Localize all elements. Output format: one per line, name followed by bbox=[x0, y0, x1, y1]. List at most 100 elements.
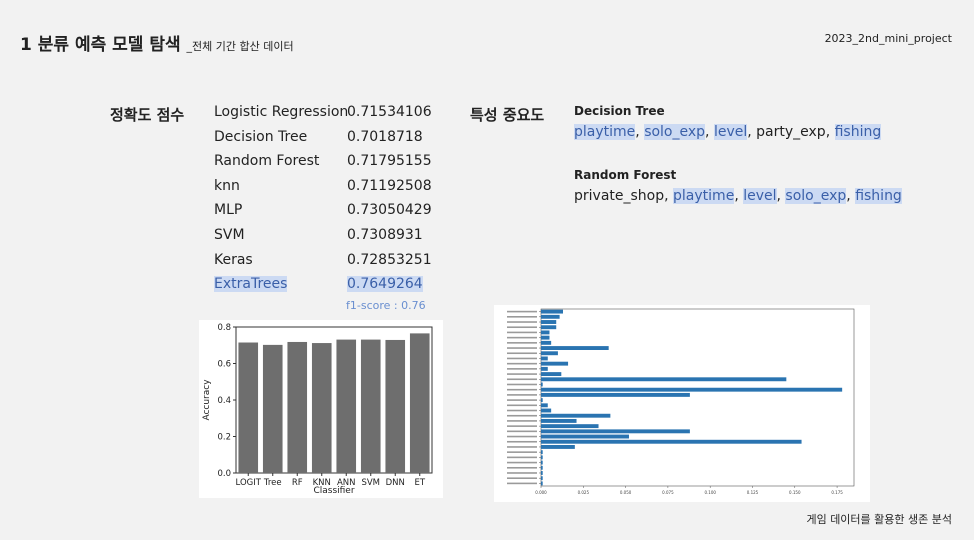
bar bbox=[287, 341, 308, 473]
bar bbox=[541, 309, 563, 314]
bar bbox=[541, 424, 599, 429]
y-tick-label-glyph bbox=[507, 425, 537, 427]
y-tick-label: 0.8 bbox=[217, 323, 231, 333]
f1-score-note: f1-score : 0.76 bbox=[346, 299, 426, 312]
x-tick-label: 0.000 bbox=[535, 490, 547, 495]
score-model-name: SVM bbox=[214, 227, 245, 243]
feature-name: fishing bbox=[834, 124, 882, 140]
bar bbox=[541, 398, 543, 403]
y-tick-label-glyph bbox=[507, 472, 537, 474]
feature-name: level bbox=[743, 188, 777, 204]
y-tick-label-glyph bbox=[507, 352, 537, 355]
bar bbox=[541, 392, 690, 397]
score-row: SVM 0.7308931 bbox=[214, 227, 423, 243]
bar bbox=[541, 465, 543, 470]
y-tick-label-glyph bbox=[507, 357, 537, 360]
y-tick-label-glyph bbox=[507, 316, 537, 318]
score-value: 0.72853251 bbox=[347, 251, 432, 268]
importance-features-1: playtime, solo_exp, level, party_exp, fi… bbox=[574, 124, 882, 140]
accuracy-chart: LOGIT Tree RF KNN ANN SVM DNN ET 0.0 0.2 0.4 0.6 0.8… bbox=[199, 320, 443, 498]
bar bbox=[541, 476, 543, 481]
bar bbox=[541, 434, 629, 439]
y-tick-label-glyph bbox=[507, 409, 537, 412]
y-tick-label: 0.4 bbox=[217, 396, 231, 406]
bar bbox=[541, 387, 843, 392]
y-tick-label-glyph bbox=[507, 446, 537, 448]
y-tick-label-glyph bbox=[507, 321, 537, 323]
y-tick-label-glyph bbox=[507, 388, 537, 391]
bar bbox=[541, 377, 787, 382]
y-tick-label-glyph bbox=[507, 404, 537, 407]
score-row: MLP 0.73050429 bbox=[214, 202, 432, 218]
feature-separator: , bbox=[635, 124, 645, 140]
y-tick-label-glyph bbox=[507, 466, 537, 469]
feature-name: fishing bbox=[855, 188, 902, 204]
x-tick-label: ET bbox=[414, 478, 425, 488]
score-value: 0.71534106 bbox=[347, 104, 432, 120]
bar bbox=[541, 382, 543, 387]
feature-separator: , bbox=[664, 188, 674, 204]
bar bbox=[541, 429, 690, 434]
bar bbox=[541, 340, 552, 345]
feature-separator: , bbox=[705, 124, 714, 140]
score-model-name: Keras bbox=[214, 251, 253, 268]
y-tick-label-glyph bbox=[507, 482, 537, 485]
bar bbox=[541, 330, 550, 335]
y-tick-label-glyph bbox=[507, 310, 537, 313]
y-tick-label-glyph bbox=[507, 362, 537, 365]
score-model-name: knn bbox=[214, 177, 240, 194]
bar bbox=[541, 356, 548, 361]
score-value: 0.71795155 bbox=[347, 153, 432, 170]
feature-name: party_exp bbox=[756, 124, 826, 140]
bar bbox=[541, 455, 543, 460]
feature-name: solo_exp bbox=[644, 124, 706, 140]
score-value: 0.73050429 bbox=[347, 202, 432, 219]
importance-label: 특성 중요도 bbox=[470, 106, 545, 124]
feature-separator: , bbox=[825, 124, 835, 140]
y-tick-label-glyph bbox=[507, 477, 537, 479]
bar bbox=[541, 366, 548, 371]
bar bbox=[541, 372, 562, 377]
x-tick-label: 0.175 bbox=[831, 490, 843, 495]
importance-chart-svg: 0.000 0.025 0.050 0.075 0.100 0.125 0.150 0.175 bbox=[507, 308, 855, 495]
score-model-name: Random Forest bbox=[214, 153, 320, 170]
y-tick-label-glyph bbox=[507, 414, 537, 417]
bar bbox=[541, 320, 557, 324]
bar bbox=[360, 339, 381, 473]
bar bbox=[541, 439, 802, 444]
slide-title: 1 분류 예측 모델 탐색 _전체 기간 합산 데이터 bbox=[20, 30, 294, 55]
feature-name: playtime bbox=[574, 124, 636, 140]
bar bbox=[541, 471, 543, 475]
x-tick-label: DNN bbox=[386, 478, 405, 488]
bar bbox=[541, 403, 548, 408]
x-tick-label: Tree bbox=[263, 478, 282, 488]
x-axis-label: Classifier bbox=[313, 486, 354, 496]
importance-features-2: private_shop, playtime, level, solo_exp,… bbox=[574, 188, 902, 204]
bar bbox=[541, 460, 543, 465]
y-tick-label-glyph bbox=[507, 399, 537, 401]
y-tick-label-glyph bbox=[507, 326, 537, 329]
score-model-name: Decision Tree bbox=[214, 128, 308, 145]
score-row: Keras 0.72853251 bbox=[214, 251, 432, 268]
feature-separator: , bbox=[846, 188, 856, 204]
y-tick-label-glyph bbox=[507, 451, 537, 453]
bar bbox=[541, 351, 558, 356]
bar bbox=[541, 450, 543, 455]
footer-text: 게임 데이터를 활용한 생존 분석 bbox=[806, 513, 952, 526]
plot-frame bbox=[540, 308, 855, 487]
y-tick-label-glyph bbox=[507, 336, 537, 339]
y-tick-label-glyph bbox=[507, 430, 537, 433]
y-tick-label-glyph bbox=[507, 368, 537, 370]
y-tick-label-glyph bbox=[507, 331, 537, 334]
bar bbox=[409, 333, 430, 473]
x-tick-label: 0.100 bbox=[704, 490, 716, 495]
y-tick-label-glyph bbox=[507, 378, 537, 381]
feature-name: level bbox=[713, 124, 748, 140]
bar bbox=[541, 361, 569, 366]
bar bbox=[541, 346, 609, 350]
score-value: 0.7018718 bbox=[347, 128, 423, 145]
importance-model-2: Random Forest bbox=[574, 168, 677, 182]
bar bbox=[262, 344, 283, 473]
bar bbox=[541, 481, 543, 486]
title-text: 1 분류 예측 모델 탐색 bbox=[20, 35, 181, 55]
